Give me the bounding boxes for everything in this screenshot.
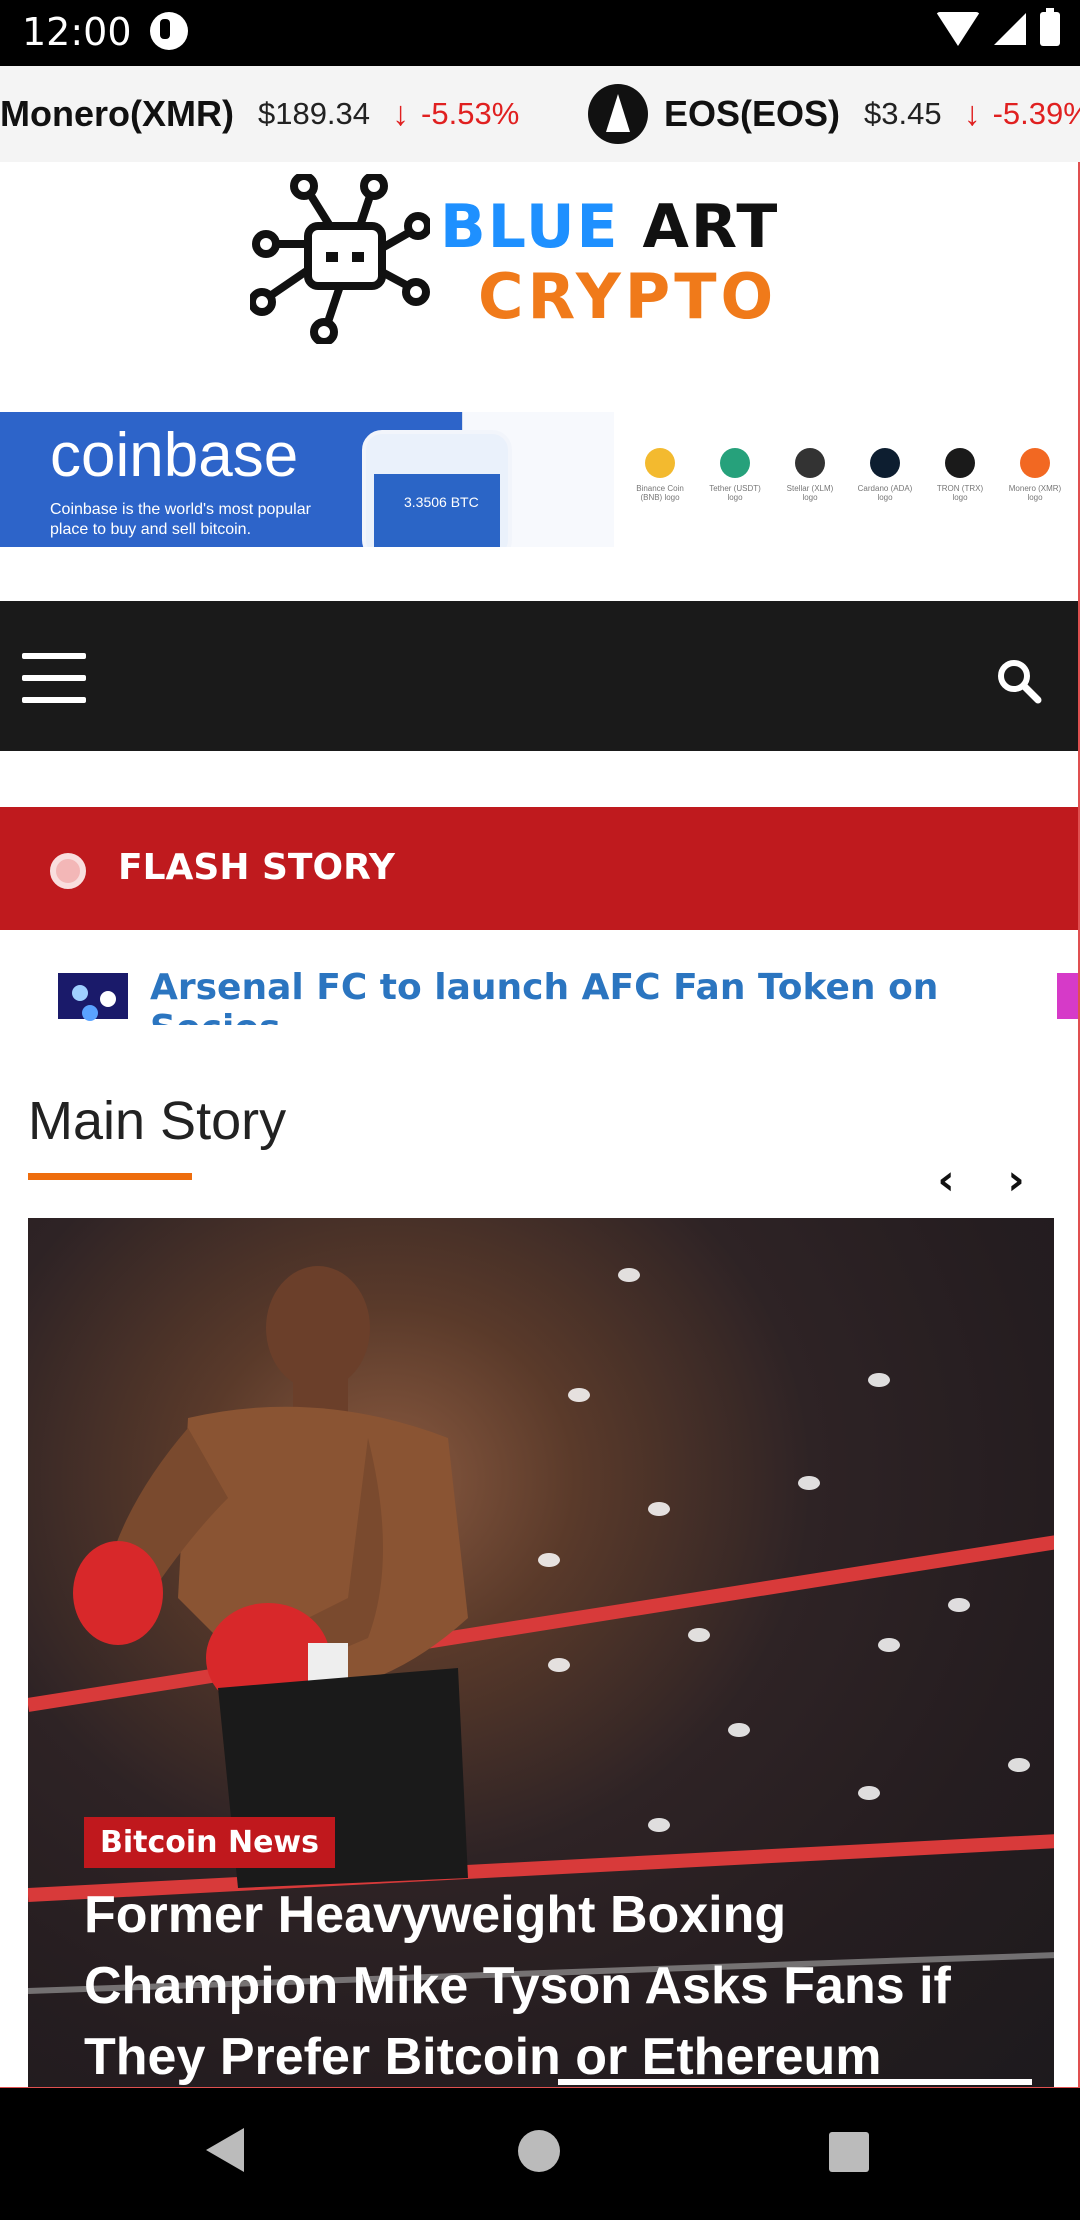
ticker-item-eos[interactable]: EOS(EOS) $3.45 ↓ -5.39% [588, 66, 1080, 162]
main-navbar [0, 601, 1080, 751]
phone-mockup: 3.3506 BTC [362, 430, 512, 547]
coinbase-ad[interactable]: coinbase Coinbase is the world's most po… [0, 412, 614, 547]
category-badge[interactable]: Bitcoin News [84, 1817, 335, 1868]
wifi-icon [936, 12, 980, 46]
logo-word-blue: BLUE [440, 192, 620, 262]
site-logo[interactable]: BLUE ART CRYPTO [0, 162, 1080, 412]
back-icon[interactable] [206, 2128, 244, 2172]
flash-news-link[interactable]: Arsenal FC to launch AFC Fan Token on So… [150, 967, 1080, 1025]
down-arrow-icon: ↓ [392, 94, 410, 133]
circuit-robot-icon [250, 174, 430, 344]
hamburger-icon[interactable] [22, 653, 86, 703]
search-icon[interactable] [994, 656, 1044, 706]
coin-logos-grid: Binance Coin (BNB) logo Tether (USDT) lo… [625, 412, 1080, 547]
coin-caption: Stellar (XLM) logo [786, 484, 834, 502]
stellar-icon [795, 448, 825, 478]
status-bar: 12:00 [0, 0, 1080, 66]
cardano-icon [870, 448, 900, 478]
coin-price: $189.34 [257, 96, 371, 131]
section-title: Main Story [28, 1091, 287, 1151]
coin-name: EOS(EOS) [664, 93, 841, 134]
flash-story-label: FLASH STORY [118, 847, 395, 888]
section-underline [28, 1173, 192, 1180]
eos-logo-icon [588, 84, 648, 144]
coin-caption: TRON (TRX) logo [936, 484, 984, 502]
flash-news-item[interactable]: Arsenal FC to launch AFC Fan Token on So… [0, 955, 1080, 1025]
coin-caption: Tether (USDT) logo [709, 484, 761, 502]
home-icon[interactable] [518, 2130, 560, 2172]
chevron-right-icon[interactable]: › [996, 1159, 1036, 1201]
cell-signal-icon [994, 13, 1026, 45]
logo-text-line2: CRYPTO [478, 260, 778, 333]
binance-coin-icon [645, 448, 675, 478]
flash-story-bar: FLASH STORY [0, 807, 1080, 930]
chevron-left-icon[interactable]: ‹ [926, 1159, 966, 1201]
down-arrow-icon: ↓ [963, 94, 981, 133]
coinbase-tagline: Coinbase is the world's most popular pla… [50, 501, 311, 538]
app-notification-icon [150, 12, 188, 50]
coin-caption: Cardano (ADA) logo [857, 484, 913, 502]
next-news-thumbnail [1057, 973, 1080, 1019]
live-dot-icon [50, 853, 86, 889]
coin-change: -5.39% [992, 96, 1080, 131]
logo-text-line1: BLUE ART [440, 192, 779, 262]
ad-banner[interactable]: coinbase Coinbase is the world's most po… [0, 412, 1080, 547]
flash-news-thumbnail [58, 973, 128, 1019]
coin-price: $3.45 [864, 96, 942, 131]
coinbase-brand: coinbase [50, 421, 299, 490]
price-ticker[interactable]: Monero(XMR) $189.34 ↓ -5.53% EOS(EOS) $3… [0, 66, 1080, 162]
status-time: 12:00 [22, 10, 132, 54]
status-icons [936, 8, 1060, 46]
slider-indicator [558, 2079, 1032, 2085]
story-title[interactable]: Former Heavyweight Boxing Champion Mike … [84, 1880, 1004, 2093]
tron-icon [945, 448, 975, 478]
phone-balance: 3.3506 BTC [404, 494, 479, 510]
coin-caption: Monero (XMR) logo [1008, 484, 1062, 502]
logo-word-art: ART [642, 192, 780, 262]
coin-name: Monero(XMR) [0, 93, 234, 134]
recent-apps-icon[interactable] [829, 2132, 869, 2172]
battery-icon [1040, 8, 1060, 46]
monero-icon [1020, 448, 1050, 478]
coin-caption: Binance Coin (BNB) logo [636, 484, 684, 502]
system-nav-bar [0, 2088, 1080, 2220]
coin-change: -5.53% [421, 96, 520, 131]
ticker-item-xmr[interactable]: Monero(XMR) $189.34 ↓ -5.53% [0, 66, 519, 162]
tether-icon [720, 448, 750, 478]
